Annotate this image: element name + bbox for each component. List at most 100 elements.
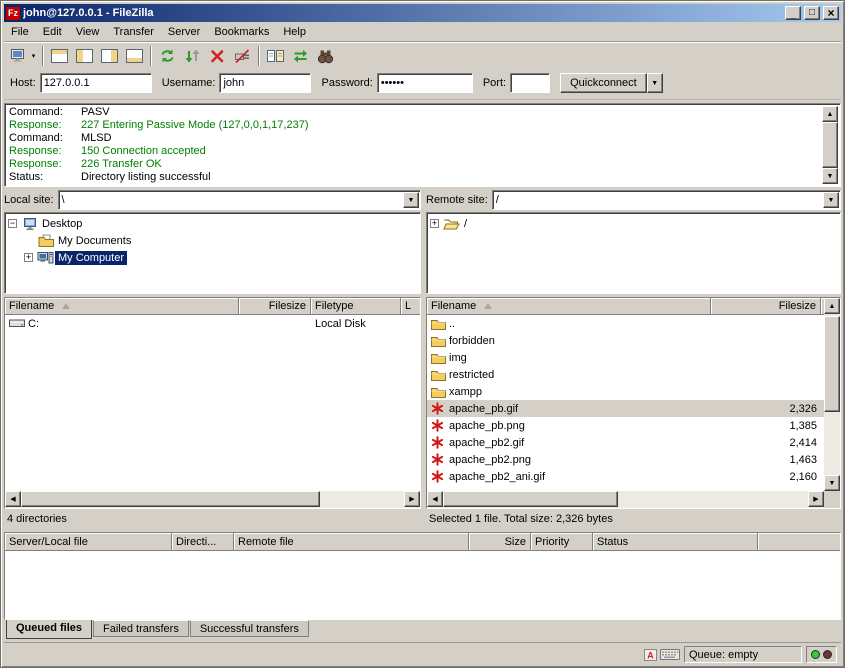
keyboard-icon[interactable]: [660, 649, 680, 660]
scroll-down-button[interactable]: ▼: [822, 168, 838, 184]
toggle-local-tree-button[interactable]: [72, 44, 97, 68]
tree-expander[interactable]: +: [430, 219, 439, 228]
file-row[interactable]: C:Local Disk: [5, 315, 420, 332]
scrollbar-thumb[interactable]: [824, 316, 840, 412]
scroll-up-button[interactable]: ▲: [824, 298, 840, 314]
minimize-button[interactable]: _: [785, 6, 801, 20]
remote-site-dropdown-button[interactable]: ▼: [823, 192, 839, 208]
toggle-message-log-button[interactable]: [47, 44, 72, 68]
scrollbar-track[interactable]: [824, 314, 840, 475]
scroll-right-button[interactable]: ▶: [404, 491, 420, 507]
titlebar[interactable]: Fz john@127.0.0.1 - FileZilla _ □ ×: [4, 4, 841, 22]
tree-item-my-computer[interactable]: +My Computer: [5, 249, 420, 266]
file-row[interactable]: ..: [427, 315, 824, 332]
tree-expander[interactable]: +: [24, 253, 33, 262]
tab-queued-files[interactable]: Queued files: [6, 620, 92, 639]
column-header-filetype[interactable]: Filetype: [311, 298, 401, 315]
file-size: 2,160: [789, 471, 817, 483]
file-row[interactable]: forbidden: [427, 332, 824, 349]
tab-failed-transfers[interactable]: Failed transfers: [93, 620, 189, 637]
menu-file[interactable]: File: [4, 23, 36, 41]
scrollbar-track[interactable]: [822, 122, 838, 168]
directory-comparison-button[interactable]: [263, 44, 288, 68]
quickconnect-button[interactable]: Quickconnect: [560, 73, 647, 93]
menu-edit[interactable]: Edit: [36, 23, 69, 41]
tree-item-my-documents[interactable]: My Documents: [5, 232, 420, 249]
column-header-status[interactable]: Status: [593, 533, 758, 551]
scrollbar-thumb[interactable]: [822, 122, 838, 168]
file-row[interactable]: restricted: [427, 366, 824, 383]
drive-icon: [9, 318, 25, 329]
file-name: restricted: [449, 369, 494, 381]
site-manager-dropdown-button[interactable]: ▾: [28, 44, 39, 68]
open-folder-icon: [442, 217, 461, 230]
remote-vscrollbar[interactable]: ▲ ▼: [824, 298, 840, 491]
local-site-combobox[interactable]: \ ▼: [58, 190, 421, 210]
host-input[interactable]: [40, 73, 152, 93]
column-header-filename[interactable]: Filename: [427, 298, 711, 315]
tree-item-desktop[interactable]: −Desktop: [5, 215, 420, 232]
remote-site-combobox[interactable]: / ▼: [492, 190, 841, 210]
tab-successful-transfers[interactable]: Successful transfers: [190, 620, 309, 637]
file-row[interactable]: apache_pb2.gif2,414: [427, 434, 824, 451]
refresh-button[interactable]: [155, 44, 180, 68]
port-input[interactable]: [510, 73, 550, 93]
file-row[interactable]: apache_pb.png1,385: [427, 417, 824, 434]
column-header-priority[interactable]: Priority: [531, 533, 593, 551]
password-input[interactable]: [377, 73, 473, 93]
column-header-server-local-file[interactable]: Server/Local file: [5, 533, 172, 551]
menu-server[interactable]: Server: [161, 23, 207, 41]
find-files-button[interactable]: [313, 44, 338, 68]
cancel-button[interactable]: [205, 44, 230, 68]
column-header-filesize[interactable]: Filesize: [239, 298, 311, 315]
scrollbar-thumb[interactable]: [21, 491, 320, 507]
scrollbar-thumb[interactable]: [443, 491, 618, 507]
local-hscrollbar[interactable]: ◀ ▶: [5, 491, 420, 508]
file-row[interactable]: apache_pb2.png1,463: [427, 451, 824, 468]
log-scrollbar[interactable]: ▲ ▼: [822, 106, 838, 184]
file-size-cell: [711, 366, 821, 383]
file-row[interactable]: img: [427, 349, 824, 366]
maximize-button[interactable]: □: [804, 6, 820, 20]
file-size-cell: 2,160: [711, 468, 821, 485]
tree-expander[interactable]: −: [8, 219, 17, 228]
column-header-directi[interactable]: Directi...: [172, 533, 234, 551]
quickconnect-bar: Host: Username: Password: Port: Quickcon…: [4, 69, 841, 100]
synchronized-browsing-button[interactable]: [288, 44, 313, 68]
column-header-remote-file[interactable]: Remote file: [234, 533, 469, 551]
ascii-indicator-icon[interactable]: A: [644, 649, 657, 661]
process-queue-button[interactable]: [180, 44, 205, 68]
scroll-up-button[interactable]: ▲: [822, 106, 838, 122]
local-site-dropdown-button[interactable]: ▼: [403, 192, 419, 208]
scroll-right-button[interactable]: ▶: [808, 491, 824, 507]
toggle-queue-button[interactable]: [122, 44, 147, 68]
close-button[interactable]: ×: [823, 6, 839, 20]
menu-view[interactable]: View: [69, 23, 107, 41]
scroll-down-button[interactable]: ▼: [824, 475, 840, 491]
remote-hscrollbar[interactable]: ◀ ▶: [427, 491, 840, 508]
column-header-filesize[interactable]: Filesize: [711, 298, 821, 315]
tree-item-[interactable]: +/: [427, 215, 840, 232]
file-name: apache_pb.png: [449, 420, 525, 432]
quickconnect-dropdown-button[interactable]: ▼: [647, 73, 663, 93]
scroll-left-button[interactable]: ◀: [427, 491, 443, 507]
menu-bookmarks[interactable]: Bookmarks: [207, 23, 276, 41]
file-size-cell: [239, 315, 311, 332]
file-row[interactable]: apache_pb.gif2,326: [427, 400, 824, 417]
log-line: Status:Directory listing successful: [9, 171, 820, 184]
file-row[interactable]: apache_pb2_ani.gif2,160: [427, 468, 824, 485]
file-row[interactable]: xampp: [427, 383, 824, 400]
username-input[interactable]: [219, 73, 311, 93]
menu-help[interactable]: Help: [276, 23, 313, 41]
column-header-size[interactable]: Size: [469, 533, 531, 551]
column-header-filename[interactable]: Filename: [5, 298, 239, 315]
column-header-l[interactable]: L: [401, 298, 420, 315]
toggle-remote-tree-button[interactable]: [97, 44, 122, 68]
scroll-left-button[interactable]: ◀: [5, 491, 21, 507]
log-line: Command:PASV: [9, 106, 820, 119]
menu-transfer[interactable]: Transfer: [106, 23, 161, 41]
activity-led-left: [811, 650, 820, 659]
scrollbar-track[interactable]: [443, 491, 808, 507]
scrollbar-track[interactable]: [21, 491, 404, 507]
disconnect-button[interactable]: [230, 44, 255, 68]
